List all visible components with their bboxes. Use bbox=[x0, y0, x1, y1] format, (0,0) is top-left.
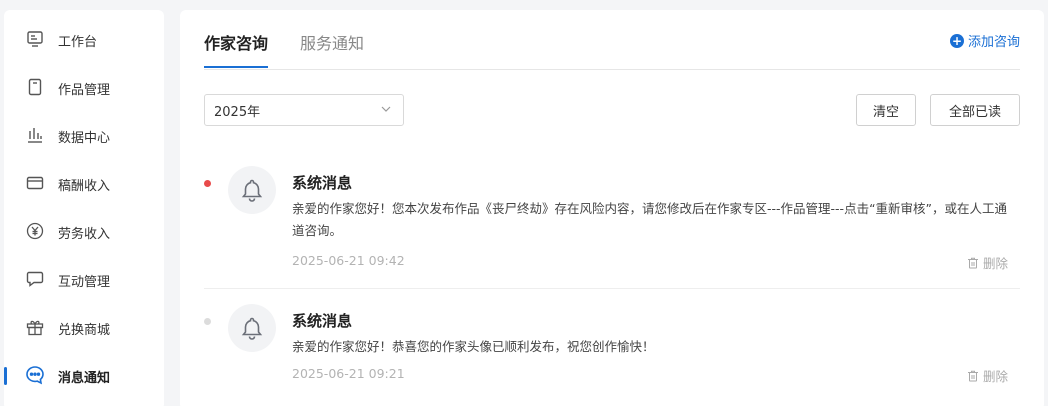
sidebar-item-label: 稿酬收入 bbox=[58, 178, 111, 194]
message-divider bbox=[204, 288, 1020, 289]
main-panel: 作家咨询 服务通知 + 添加咨询 2025年 清空 全部已读 系统消息 亲爱的作… bbox=[180, 10, 1044, 406]
bell-icon bbox=[241, 317, 263, 340]
unread-dot bbox=[204, 180, 211, 187]
tab-service-notice[interactable]: 服务通知 bbox=[300, 30, 364, 54]
sidebar-item-workbench[interactable]: 工作台 bbox=[4, 16, 164, 64]
year-select[interactable]: 2025年 bbox=[204, 94, 404, 126]
mark-all-read-button[interactable]: 全部已读 bbox=[930, 94, 1020, 126]
sidebar-item-label: 劳务收入 bbox=[58, 226, 111, 242]
chat-bubble-icon bbox=[24, 268, 46, 290]
read-dot bbox=[204, 318, 211, 325]
year-select-value: 2025年 bbox=[214, 104, 261, 120]
plus-circle-icon: + bbox=[949, 33, 964, 48]
sidebar-item-label: 消息通知 bbox=[58, 370, 111, 386]
sidebar-item-interaction[interactable]: 互动管理 bbox=[4, 256, 164, 304]
sidebar-item-label: 兑换商城 bbox=[58, 322, 111, 338]
sidebar-item-exchange-mall[interactable]: 兑换商城 bbox=[4, 304, 164, 352]
delete-label: 删除 bbox=[982, 256, 1008, 271]
bell-icon bbox=[241, 179, 263, 202]
clear-button[interactable]: 清空 bbox=[856, 94, 916, 126]
message-title: 系统消息 bbox=[292, 174, 353, 192]
monitor-icon bbox=[24, 28, 46, 50]
sidebar-item-label: 作品管理 bbox=[58, 82, 111, 98]
gift-icon bbox=[24, 316, 46, 338]
tab-divider bbox=[204, 69, 1020, 70]
add-consult-label: 添加咨询 bbox=[967, 35, 1020, 50]
add-consult-button[interactable]: + 添加咨询 bbox=[949, 31, 1020, 50]
message-title: 系统消息 bbox=[292, 312, 353, 330]
bell-avatar bbox=[228, 166, 276, 214]
message-dots-icon bbox=[24, 364, 46, 386]
trash-icon bbox=[967, 257, 978, 268]
sidebar-item-label: 工作台 bbox=[58, 34, 98, 50]
delete-button[interactable]: 删除 bbox=[967, 366, 1008, 385]
tab-writer-consult[interactable]: 作家咨询 bbox=[204, 30, 268, 54]
sidebar-item-data-center[interactable]: 数据中心 bbox=[4, 112, 164, 160]
message-time: 2025-06-21 09:42 bbox=[292, 253, 405, 268]
yen-coin-icon bbox=[24, 220, 46, 242]
trash-icon bbox=[967, 370, 978, 381]
message-item: 系统消息 亲爱的作家您好！恭喜您的作家头像已顺利发布，祝您创作愉快！ 2025-… bbox=[204, 304, 1020, 404]
bar-chart-icon bbox=[24, 124, 46, 146]
card-icon bbox=[24, 172, 46, 194]
bell-avatar bbox=[228, 304, 276, 352]
book-icon bbox=[24, 76, 46, 98]
delete-button[interactable]: 删除 bbox=[967, 253, 1008, 272]
sidebar-item-works[interactable]: 作品管理 bbox=[4, 64, 164, 112]
chevron-down-icon bbox=[381, 106, 391, 112]
message-item: 系统消息 亲爱的作家您好！您本次发布作品《丧尸终劫》存在风险内容，请您修改后在作… bbox=[204, 166, 1020, 286]
sidebar: 工作台 作品管理 数据中心 稿酬收入 劳务收入 互动管理 兑换商城 消息通知 bbox=[4, 10, 164, 406]
sidebar-item-label: 数据中心 bbox=[58, 130, 111, 146]
sidebar-item-royalty-income[interactable]: 稿酬收入 bbox=[4, 160, 164, 208]
message-body: 亲爱的作家您好！您本次发布作品《丧尸终劫》存在风险内容，请您修改后在作家专区--… bbox=[292, 201, 1008, 238]
sidebar-item-notifications[interactable]: 消息通知 bbox=[4, 352, 164, 400]
sidebar-item-label: 互动管理 bbox=[58, 274, 111, 290]
delete-label: 删除 bbox=[982, 369, 1008, 384]
sidebar-item-labor-income[interactable]: 劳务收入 bbox=[4, 208, 164, 256]
active-tab-indicator bbox=[204, 66, 268, 68]
message-body: 亲爱的作家您好！恭喜您的作家头像已顺利发布，祝您创作愉快！ bbox=[292, 339, 655, 354]
message-time: 2025-06-21 09:21 bbox=[292, 366, 405, 381]
